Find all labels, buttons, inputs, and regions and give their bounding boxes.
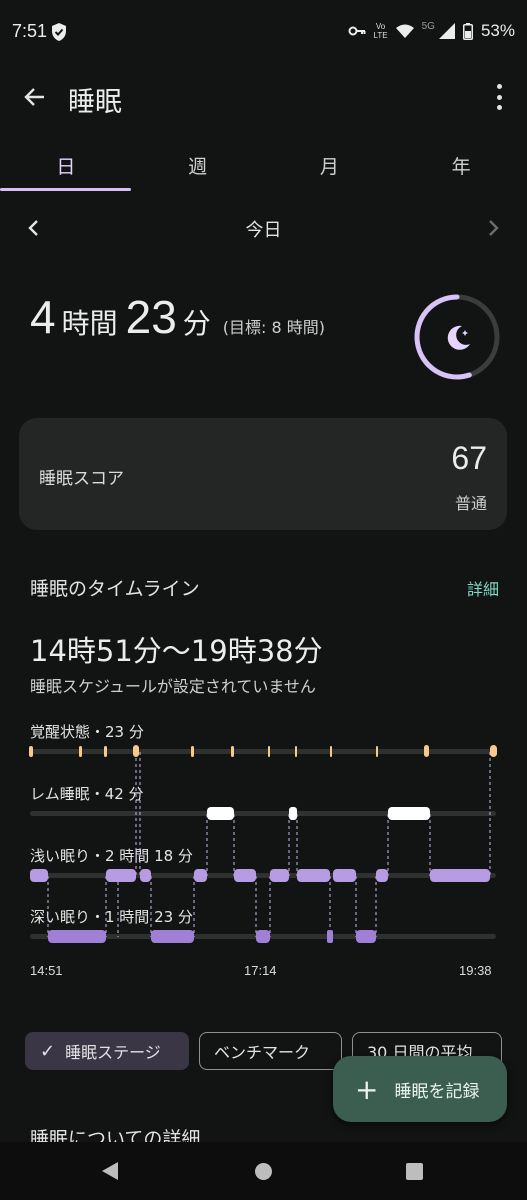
more-vert-icon: [496, 84, 502, 89]
stage-label-awake: 覚醒状態・23 分: [30, 723, 144, 741]
page-title: 睡眠: [68, 87, 122, 118]
status-icons: Vo LTE 5G 53%: [348, 21, 515, 41]
tab-indicator: [0, 188, 131, 191]
shield-check-icon: [52, 23, 66, 41]
schedule-note: 睡眠スケジュールが設定されていません: [30, 677, 316, 696]
chip-benchmark[interactable]: ベンチマーク: [199, 1032, 342, 1070]
nav-back-icon[interactable]: [102, 1162, 118, 1180]
log-sleep-button[interactable]: + 睡眠を記録: [333, 1056, 507, 1122]
network-5g: 5G: [421, 20, 435, 32]
period-tabs: 日 週 月 年: [0, 138, 527, 194]
sleep-duration: 4 時間 23 分 (目標: 8 時間): [30, 290, 325, 344]
score-rating: 普通: [454, 494, 487, 513]
stage-transitions: [47, 752, 491, 937]
score-value: 67: [451, 440, 487, 476]
sleep-goal: (目標: 8 時間): [222, 318, 326, 337]
more-options-button[interactable]: [493, 84, 505, 110]
app-bar: 睡眠: [0, 64, 527, 128]
score-label: 睡眠スコア: [39, 469, 124, 489]
status-time: 7:51: [12, 21, 48, 41]
light-track: [30, 873, 496, 878]
sleep-score-card[interactable]: 睡眠スコア 67 普通: [19, 418, 507, 530]
duration-hours-unit: 時間: [61, 307, 118, 340]
battery-icon: [462, 22, 473, 40]
vpn-key-icon: [348, 26, 366, 36]
timeline-detail-link[interactable]: 詳細: [467, 576, 499, 600]
chip-label: 睡眠ステージ: [65, 1043, 161, 1062]
date-navigator: 今日: [0, 208, 527, 248]
tab-day[interactable]: 日: [0, 138, 132, 192]
wifi-icon: [395, 24, 414, 38]
duration-minutes-unit: 分: [182, 307, 211, 340]
nav-recents-icon[interactable]: [406, 1163, 423, 1180]
check-icon: ✓: [40, 1040, 56, 1062]
tab-week[interactable]: 週: [132, 138, 264, 192]
axis-mid-time: 17:14: [244, 963, 277, 978]
back-button[interactable]: [18, 80, 52, 114]
back-arrow-icon: [24, 88, 44, 106]
moon-stars-icon: [447, 325, 470, 350]
axis-start-time: 14:51: [30, 963, 63, 978]
time-range: 14時51分〜19時38分: [30, 634, 323, 668]
signal-icon: [438, 23, 455, 39]
duration-hours: 4: [30, 291, 56, 343]
tab-month[interactable]: 月: [264, 138, 396, 192]
plus-icon: +: [355, 1072, 379, 1106]
chip-label: ベンチマーク: [214, 1043, 311, 1062]
duration-minutes: 23: [125, 291, 177, 343]
chevron-right-icon[interactable]: [481, 216, 505, 240]
fab-label: 睡眠を記録: [394, 1081, 480, 1102]
volte-indicator: Vo LTE: [373, 22, 388, 40]
timeline-title: 睡眠のタイムライン: [30, 578, 200, 600]
system-nav-bar: [0, 1142, 527, 1200]
axis-end-time: 19:38: [459, 963, 492, 978]
sleep-stage-chart[interactable]: [0, 740, 527, 960]
nav-home-icon[interactable]: [255, 1163, 272, 1180]
tab-year[interactable]: 年: [395, 138, 527, 192]
date-label: 今日: [245, 220, 282, 241]
status-bar: 7:51 Vo LTE 5G 53%: [0, 0, 527, 64]
sleep-goal-ring: [414, 294, 500, 380]
battery-percent: 53%: [480, 21, 515, 40]
chip-sleep-stages[interactable]: ✓ 睡眠ステージ: [25, 1032, 189, 1070]
